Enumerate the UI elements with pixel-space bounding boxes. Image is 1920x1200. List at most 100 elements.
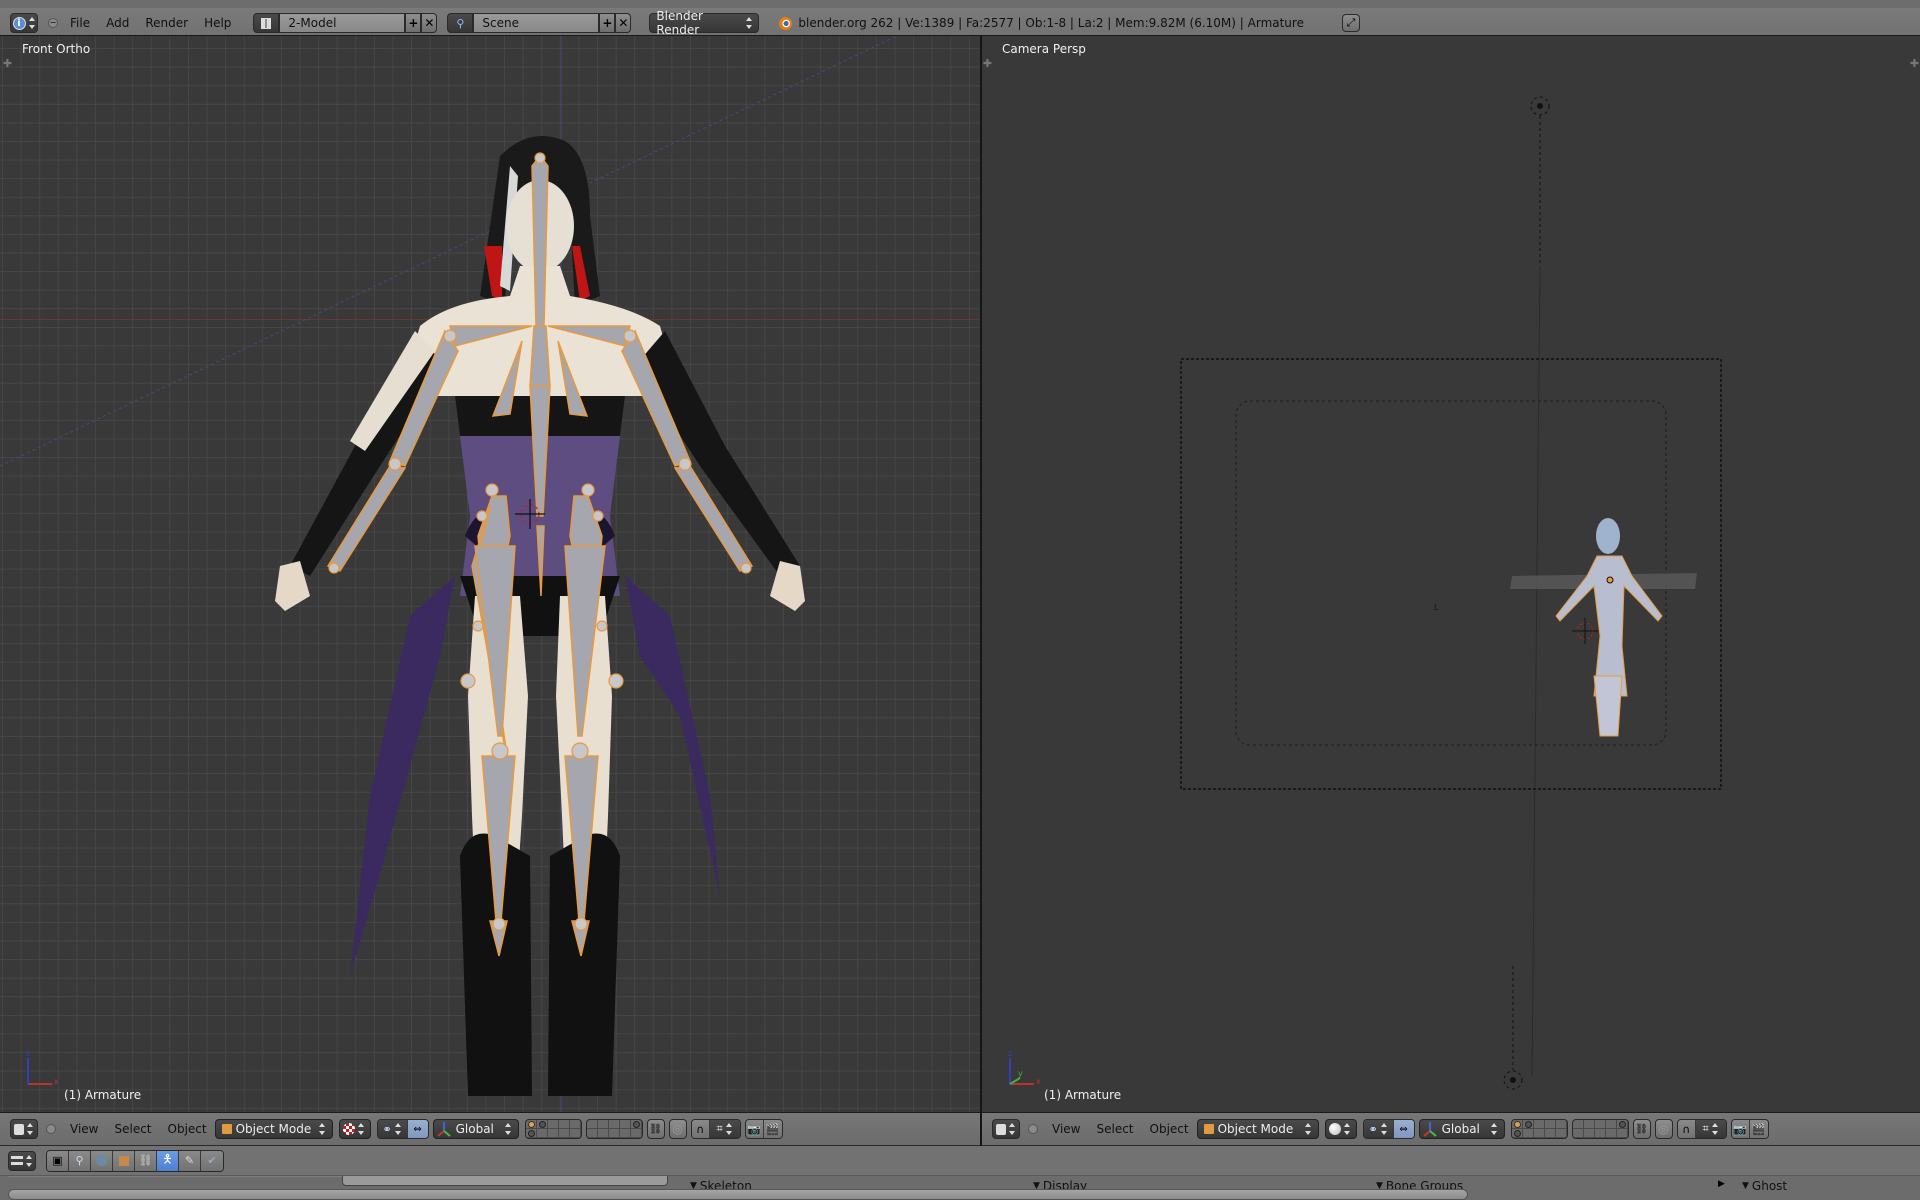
proportional-editing-button[interactable]: ◎ bbox=[1654, 1119, 1673, 1139]
editor-type-button[interactable] bbox=[992, 1119, 1020, 1139]
viewport-header-right: View Select Object Object Mode ⚭ ⇔ Globa… bbox=[982, 1112, 1920, 1146]
pivot-point-dropdown[interactable]: ⚭ bbox=[377, 1120, 408, 1138]
menu-add[interactable]: Add bbox=[98, 16, 137, 30]
scene-layers-1[interactable] bbox=[1510, 1119, 1568, 1139]
interaction-mode-dropdown[interactable]: Object Mode bbox=[1196, 1119, 1319, 1139]
object-mode-icon bbox=[221, 1124, 232, 1134]
scene-icon: ⚲ bbox=[75, 1154, 84, 1167]
snap-toggle[interactable]: ∩ bbox=[1677, 1120, 1696, 1138]
scene-selector: ⚲ Scene + ✕ bbox=[447, 13, 632, 33]
pivot-icon: ⚭ bbox=[382, 1122, 392, 1136]
tab-bone[interactable]: ✎ bbox=[179, 1150, 201, 1171]
panel-ghost[interactable]: ▼ Ghost bbox=[1742, 1176, 1787, 1196]
tab-world[interactable] bbox=[91, 1150, 113, 1171]
fullscreen-toggle-button[interactable]: ⤢ bbox=[1341, 14, 1360, 32]
pivot-point-dropdown[interactable]: ⚭ bbox=[1363, 1120, 1394, 1138]
viewport-shading-dropdown[interactable] bbox=[338, 1119, 371, 1139]
interaction-mode-dropdown[interactable]: Object Mode bbox=[214, 1119, 333, 1139]
chain-link-icon: ⛓ bbox=[138, 1154, 153, 1167]
orientation-label: Global bbox=[1441, 1122, 1480, 1136]
svg-text:y: y bbox=[1018, 1069, 1023, 1078]
bone-icon: ✎ bbox=[184, 1154, 195, 1167]
lock-camera-layers-button[interactable]: ⛓ bbox=[1632, 1119, 1651, 1139]
screen-layout-icon bbox=[261, 17, 272, 29]
region-toggle-icon[interactable]: ✚ bbox=[2, 58, 13, 69]
tab-object-constraints[interactable]: ⛓ bbox=[135, 1150, 157, 1171]
svg-text:z: z bbox=[1008, 1049, 1012, 1058]
lock-camera-layers-button[interactable]: ⛓ bbox=[646, 1119, 665, 1139]
blender-logo-icon bbox=[779, 16, 793, 30]
view-axes-gizmo: x y z bbox=[1008, 1049, 1041, 1086]
editor-type-button[interactable] bbox=[8, 1150, 36, 1171]
menu-file[interactable]: File bbox=[62, 16, 98, 30]
armature-bones bbox=[326, 154, 754, 957]
delete-scene-button[interactable]: ✕ bbox=[615, 13, 632, 33]
horizontal-scrollbar[interactable] bbox=[8, 1189, 1468, 1200]
opengl-render-image-button[interactable]: 📷 bbox=[1731, 1120, 1750, 1138]
transform-orientation-dropdown[interactable]: Global bbox=[1418, 1119, 1505, 1139]
menu-select[interactable]: Select bbox=[106, 1122, 159, 1136]
editor-type-button[interactable] bbox=[10, 1119, 38, 1139]
bone-constraint-icon: ✔ bbox=[207, 1154, 217, 1167]
menu-object[interactable]: Object bbox=[160, 1122, 215, 1136]
character-model[interactable] bbox=[210, 96, 850, 1112]
add-screen-button[interactable]: + bbox=[405, 13, 422, 33]
interaction-mode-label: Object Mode bbox=[235, 1122, 312, 1136]
collapse-menus-icon[interactable] bbox=[1028, 1124, 1038, 1134]
viewport-camera-persp[interactable]: ✚ ✚ Camera Persp L x y z (1) Armature bbox=[982, 36, 1920, 1112]
editor-type-button[interactable]: i bbox=[10, 13, 38, 33]
scene-field[interactable]: Scene bbox=[473, 13, 600, 33]
viewport-header-left: View Select Object Object Mode ⚭ ⇔ Globa… bbox=[0, 1112, 980, 1146]
viewport-shading-dropdown[interactable] bbox=[1324, 1119, 1357, 1139]
tab-scene[interactable]: ⚲ bbox=[69, 1150, 91, 1171]
panel-expand-arrow-icon[interactable]: ▶ bbox=[1718, 1179, 1725, 1189]
tab-render[interactable]: ▣ bbox=[47, 1150, 69, 1171]
snap-toggle[interactable]: ∩ bbox=[691, 1120, 710, 1138]
scene-layers-1[interactable] bbox=[524, 1119, 582, 1139]
collapse-menus-icon[interactable] bbox=[46, 1124, 56, 1134]
manipulate-center-points-toggle[interactable]: ⇔ bbox=[1393, 1120, 1414, 1138]
properties-header: ▣ ⚲ ⛓ 🯅 ✎ ✔ bbox=[0, 1146, 1920, 1176]
scene-layers-2[interactable] bbox=[1571, 1119, 1629, 1139]
menu-object[interactable]: Object bbox=[1142, 1122, 1197, 1136]
screen-layout-browse-button[interactable] bbox=[253, 13, 280, 33]
menu-help[interactable]: Help bbox=[196, 16, 239, 30]
screen-layout-field[interactable]: 2-Model bbox=[279, 13, 406, 33]
opengl-render-animation-button[interactable]: 🎬 bbox=[1749, 1120, 1768, 1138]
info-header: i − File Add Render Help 2-Model + ✕ ⚲ S… bbox=[0, 0, 1920, 37]
tab-bone-constraints[interactable]: ✔ bbox=[201, 1150, 223, 1171]
scene-icon: ⚲ bbox=[456, 16, 465, 30]
render-group: 📷 🎬 bbox=[1730, 1119, 1769, 1139]
manipulate-center-points-toggle[interactable]: ⇔ bbox=[407, 1120, 428, 1138]
delete-screen-button[interactable]: ✕ bbox=[421, 13, 438, 33]
add-scene-button[interactable]: + bbox=[599, 13, 616, 33]
collapse-menus-icon[interactable]: − bbox=[48, 18, 58, 28]
snap-element-dropdown[interactable]: ⌗ bbox=[709, 1120, 740, 1138]
armature-figure-icon: 🯅 bbox=[162, 1152, 173, 1166]
3d-view-icon bbox=[14, 1123, 24, 1135]
tab-object[interactable] bbox=[113, 1150, 135, 1171]
properties-context-tabs: ▣ ⚲ ⛓ 🯅 ✎ ✔ bbox=[46, 1149, 224, 1172]
pivot-icon: ⚭ bbox=[1368, 1122, 1378, 1136]
menu-select[interactable]: Select bbox=[1088, 1122, 1141, 1136]
viewport-view-label: Front Ortho bbox=[22, 42, 91, 56]
snap-element-dropdown[interactable]: ⌗ bbox=[1695, 1120, 1726, 1138]
armature-datablock-field[interactable] bbox=[342, 1176, 668, 1186]
tab-armature-data[interactable]: 🯅 bbox=[157, 1150, 179, 1171]
scene-browse-button[interactable]: ⚲ bbox=[447, 13, 474, 33]
menu-view[interactable]: View bbox=[1044, 1122, 1088, 1136]
solid-shading-icon bbox=[1328, 1123, 1341, 1135]
render-engine-dropdown[interactable]: Blender Render bbox=[649, 9, 760, 37]
transform-orientation-dropdown[interactable]: Global bbox=[432, 1119, 519, 1139]
3d-view-icon bbox=[996, 1123, 1006, 1135]
scene-lamps: L bbox=[1180, 96, 1722, 1090]
scene-layers-2[interactable] bbox=[585, 1119, 643, 1139]
menu-view[interactable]: View bbox=[62, 1122, 106, 1136]
svg-text:L: L bbox=[1434, 603, 1439, 612]
properties-icon bbox=[11, 1156, 23, 1165]
opengl-render-animation-button[interactable]: 🎬 bbox=[763, 1120, 782, 1138]
proportional-editing-button[interactable]: ◎ bbox=[668, 1119, 687, 1139]
viewport-front-ortho[interactable]: ✚ Front Ortho x z (1) Armature bbox=[0, 36, 980, 1112]
opengl-render-image-button[interactable]: 📷 bbox=[745, 1120, 764, 1138]
menu-render[interactable]: Render bbox=[137, 16, 196, 30]
